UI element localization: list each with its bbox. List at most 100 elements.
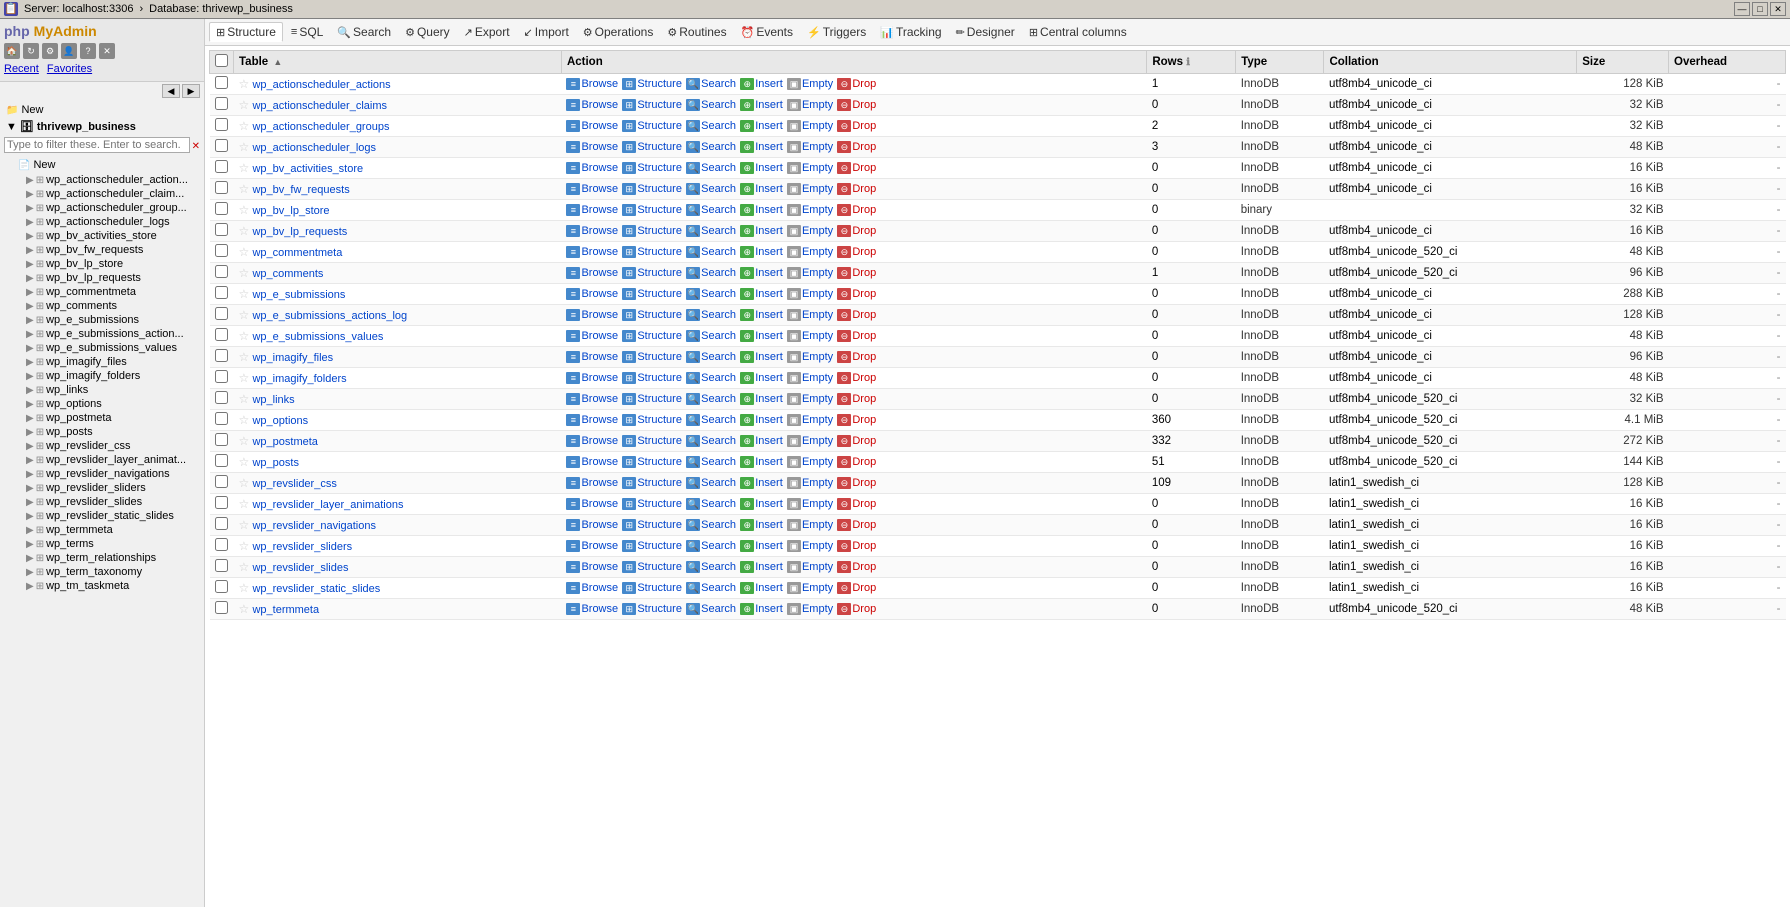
nav-item-triggers[interactable]: ⚡Triggers xyxy=(801,23,872,41)
drop-link[interactable]: Drop xyxy=(852,414,876,426)
empty-link[interactable]: Empty xyxy=(802,456,833,468)
insert-link[interactable]: Insert xyxy=(755,78,783,90)
drop-link[interactable]: Drop xyxy=(852,561,876,573)
structure-link[interactable]: Structure xyxy=(637,162,682,174)
table-name-link[interactable]: wp_commentmeta xyxy=(252,247,342,259)
structure-link[interactable]: Structure xyxy=(637,582,682,594)
table-name-link[interactable]: wp_revslider_css xyxy=(252,478,336,490)
browse-link[interactable]: Browse xyxy=(581,99,618,111)
structure-link[interactable]: Structure xyxy=(637,120,682,132)
insert-link[interactable]: Insert xyxy=(755,372,783,384)
insert-link[interactable]: Insert xyxy=(755,162,783,174)
structure-link[interactable]: Structure xyxy=(637,393,682,405)
browse-link[interactable]: Browse xyxy=(581,288,618,300)
structure-link[interactable]: Structure xyxy=(637,561,682,573)
empty-link[interactable]: Empty xyxy=(802,540,833,552)
sidebar-table-item[interactable]: ▶⊞wp_actionscheduler_group... xyxy=(2,201,202,215)
browse-link[interactable]: Browse xyxy=(581,141,618,153)
empty-link[interactable]: Empty xyxy=(802,477,833,489)
nav-item-events[interactable]: ⏰Events xyxy=(735,23,799,41)
row-checkbox-cell[interactable] xyxy=(210,158,234,179)
insert-link[interactable]: Insert xyxy=(755,288,783,300)
insert-link[interactable]: Insert xyxy=(755,120,783,132)
favorite-star-icon[interactable]: ☆ xyxy=(239,476,250,490)
nav-item-routines[interactable]: ⚙Routines xyxy=(661,23,732,41)
table-name-link[interactable]: wp_imagify_folders xyxy=(252,373,346,385)
favorite-star-icon[interactable]: ☆ xyxy=(239,119,250,133)
browse-link[interactable]: Browse xyxy=(581,246,618,258)
browse-link[interactable]: Browse xyxy=(581,414,618,426)
insert-link[interactable]: Insert xyxy=(755,498,783,510)
row-checkbox[interactable] xyxy=(215,328,228,341)
nav-item-import[interactable]: ↙Import xyxy=(518,23,575,41)
table-name-link[interactable]: wp_bv_lp_store xyxy=(252,205,329,217)
insert-link[interactable]: Insert xyxy=(755,267,783,279)
row-checkbox-cell[interactable] xyxy=(210,557,234,578)
row-checkbox-cell[interactable] xyxy=(210,515,234,536)
drop-link[interactable]: Drop xyxy=(852,351,876,363)
browse-link[interactable]: Browse xyxy=(581,162,618,174)
row-checkbox-cell[interactable] xyxy=(210,221,234,242)
browse-link[interactable]: Browse xyxy=(581,477,618,489)
insert-link[interactable]: Insert xyxy=(755,561,783,573)
search-link[interactable]: Search xyxy=(701,582,736,594)
search-link[interactable]: Search xyxy=(701,288,736,300)
row-checkbox[interactable] xyxy=(215,349,228,362)
favorite-star-icon[interactable]: ☆ xyxy=(239,140,250,154)
row-checkbox-cell[interactable] xyxy=(210,179,234,200)
nav-item-operations[interactable]: ⚙Operations xyxy=(577,23,660,41)
search-link[interactable]: Search xyxy=(701,456,736,468)
sidebar-table-item[interactable]: ▶⊞wp_posts xyxy=(2,425,202,439)
drop-link[interactable]: Drop xyxy=(852,267,876,279)
row-checkbox-cell[interactable] xyxy=(210,305,234,326)
row-checkbox-cell[interactable] xyxy=(210,74,234,95)
sidebar-table-item[interactable]: ▶⊞wp_term_relationships xyxy=(2,551,202,565)
empty-link[interactable]: Empty xyxy=(802,498,833,510)
insert-link[interactable]: Insert xyxy=(755,414,783,426)
search-link[interactable]: Search xyxy=(701,393,736,405)
empty-link[interactable]: Empty xyxy=(802,141,833,153)
favorite-star-icon[interactable]: ☆ xyxy=(239,329,250,343)
row-checkbox-cell[interactable] xyxy=(210,452,234,473)
favorite-star-icon[interactable]: ☆ xyxy=(239,98,250,112)
insert-link[interactable]: Insert xyxy=(755,99,783,111)
browse-link[interactable]: Browse xyxy=(581,540,618,552)
size-column-header[interactable]: Size xyxy=(1577,51,1669,74)
row-checkbox[interactable] xyxy=(215,412,228,425)
table-name-link[interactable]: wp_actionscheduler_actions xyxy=(252,79,390,91)
empty-link[interactable]: Empty xyxy=(802,393,833,405)
row-checkbox-cell[interactable] xyxy=(210,368,234,389)
insert-link[interactable]: Insert xyxy=(755,477,783,489)
insert-link[interactable]: Insert xyxy=(755,330,783,342)
table-name-link[interactable]: wp_actionscheduler_logs xyxy=(252,142,376,154)
table-name-link[interactable]: wp_actionscheduler_groups xyxy=(252,121,389,133)
sidebar-table-item[interactable]: ▶⊞wp_e_submissions_values xyxy=(2,341,202,355)
browse-link[interactable]: Browse xyxy=(581,519,618,531)
overhead-column-header[interactable]: Overhead xyxy=(1669,51,1786,74)
sidebar-table-item[interactable]: ▶⊞wp_revslider_css xyxy=(2,439,202,453)
table-name-link[interactable]: wp_revslider_navigations xyxy=(252,520,376,532)
nav-item-central-columns[interactable]: ⊞Central columns xyxy=(1023,23,1133,41)
table-name-link[interactable]: wp_bv_fw_requests xyxy=(252,184,349,196)
sidebar-table-item[interactable]: ▶⊞wp_revslider_navigations xyxy=(2,467,202,481)
row-checkbox-cell[interactable] xyxy=(210,95,234,116)
favorites-tab[interactable]: Favorites xyxy=(47,63,92,75)
browse-link[interactable]: Browse xyxy=(581,561,618,573)
row-checkbox-cell[interactable] xyxy=(210,326,234,347)
drop-link[interactable]: Drop xyxy=(852,162,876,174)
insert-link[interactable]: Insert xyxy=(755,309,783,321)
collation-column-header[interactable]: Collation xyxy=(1324,51,1577,74)
row-checkbox-cell[interactable] xyxy=(210,578,234,599)
empty-link[interactable]: Empty xyxy=(802,183,833,195)
structure-link[interactable]: Structure xyxy=(637,225,682,237)
row-checkbox[interactable] xyxy=(215,223,228,236)
drop-link[interactable]: Drop xyxy=(852,393,876,405)
empty-link[interactable]: Empty xyxy=(802,267,833,279)
favorite-star-icon[interactable]: ☆ xyxy=(239,581,250,595)
sidebar-table-item[interactable]: ▶⊞wp_comments xyxy=(2,299,202,313)
structure-link[interactable]: Structure xyxy=(637,99,682,111)
nav-item-structure[interactable]: ⊞Structure xyxy=(209,22,283,42)
sidebar-table-item[interactable]: ▶⊞wp_tm_taskmeta xyxy=(2,579,202,593)
browse-link[interactable]: Browse xyxy=(581,351,618,363)
row-checkbox-cell[interactable] xyxy=(210,389,234,410)
